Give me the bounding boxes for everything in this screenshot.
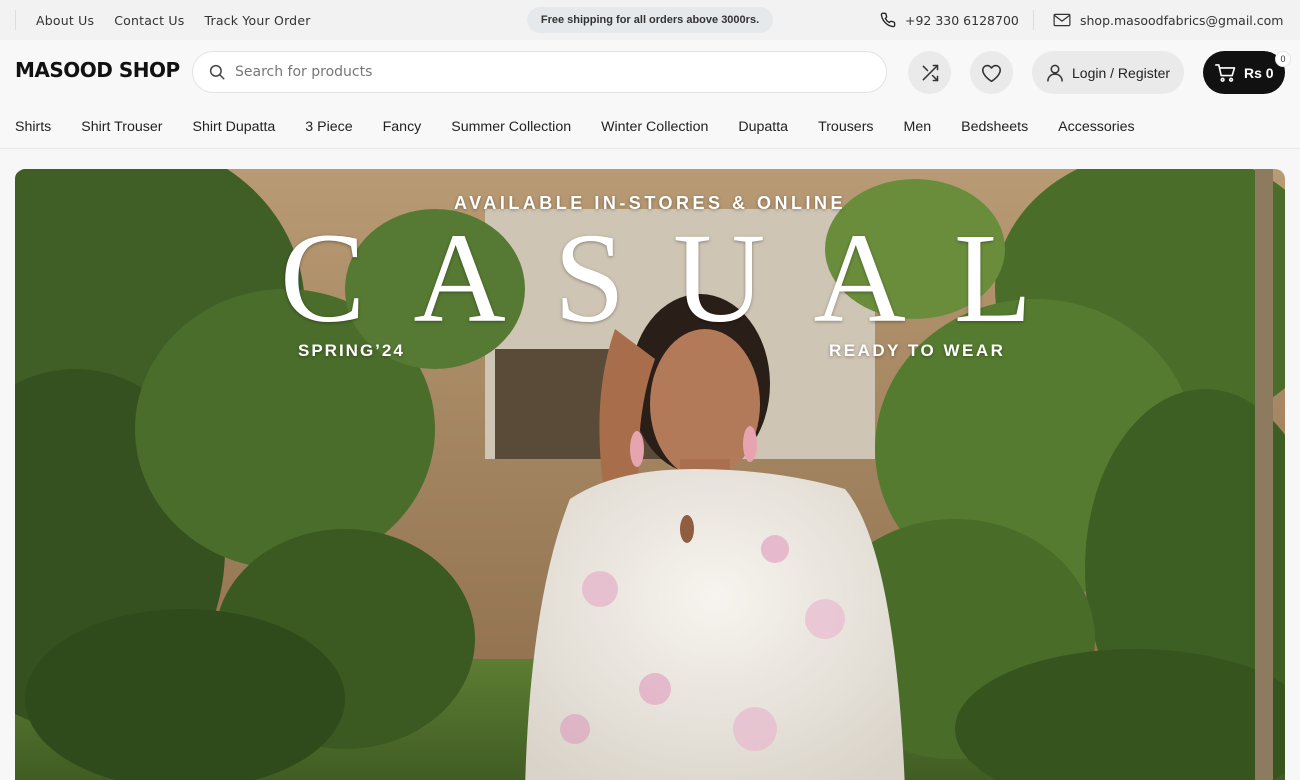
site-header: MASOOD SHOP Login / Register Rs 0 [0, 40, 1300, 105]
wishlist-button[interactable] [970, 51, 1013, 94]
nav-item-winter-collection[interactable]: Winter Collection [601, 119, 708, 135]
divider [0, 148, 1300, 149]
hero-season-tag: SPRING’24 [298, 341, 405, 360]
nav-item-shirt-dupatta[interactable]: Shirt Dupatta [192, 119, 275, 135]
nav-item-accessories[interactable]: Accessories [1058, 119, 1134, 135]
cart-button[interactable]: Rs 0 [1203, 51, 1285, 94]
email-contact[interactable]: shop.masoodfabrics@gmail.com [1053, 0, 1283, 40]
login-label: Login / Register [1072, 64, 1171, 81]
mail-icon [1053, 13, 1071, 27]
phone-icon [880, 12, 896, 28]
hero-headline: CASUAL [280, 207, 1081, 349]
nav-item-summer-collection[interactable]: Summer Collection [451, 119, 571, 135]
contact-us-link[interactable]: Contact Us [114, 13, 184, 28]
track-order-link[interactable]: Track Your Order [204, 13, 310, 28]
site-logo[interactable]: MASOOD SHOP [15, 58, 180, 82]
nav-item-dupatta[interactable]: Dupatta [738, 119, 788, 135]
top-bar: About Us Contact Us Track Your Order Fre… [0, 0, 1300, 40]
free-shipping-badge: Free shipping for all orders above 3000r… [527, 7, 773, 33]
cart-count-badge: 0 [1275, 51, 1291, 67]
search-bar[interactable] [192, 51, 887, 93]
hero-category-tag: READY TO WEAR [829, 341, 1006, 360]
search-icon[interactable] [208, 63, 226, 81]
nav-item-shirt-trouser[interactable]: Shirt Trouser [81, 119, 162, 135]
cart-total: Rs 0 [1244, 64, 1274, 81]
user-icon [1047, 64, 1063, 82]
nav-item-men[interactable]: Men [904, 119, 932, 135]
shuffle-icon [922, 64, 938, 81]
main-nav: Shirts Shirt Trouser Shirt Dupatta 3 Pie… [0, 105, 1300, 149]
compare-button[interactable] [908, 51, 951, 94]
top-links: About Us Contact Us Track Your Order [36, 0, 311, 40]
nav-item-shirts[interactable]: Shirts [15, 119, 51, 135]
nav-item-trousers[interactable]: Trousers [818, 119, 873, 135]
nav-item-3-piece[interactable]: 3 Piece [305, 119, 352, 135]
search-input[interactable] [235, 64, 855, 80]
about-us-link[interactable]: About Us [36, 13, 94, 28]
phone-contact[interactable]: +92 330 6128700 [880, 0, 1019, 40]
phone-number: +92 330 6128700 [905, 12, 1019, 28]
nav-item-bedsheets[interactable]: Bedsheets [961, 119, 1028, 135]
hero-banner[interactable]: AVAILABLE IN-STORES & ONLINE CASUAL SPRI… [15, 169, 1285, 780]
divider [1033, 10, 1034, 30]
nav-item-fancy[interactable]: Fancy [383, 119, 422, 135]
email-address: shop.masoodfabrics@gmail.com [1080, 12, 1284, 28]
cart-icon [1215, 63, 1236, 82]
login-register-button[interactable]: Login / Register [1032, 51, 1184, 94]
heart-icon [981, 64, 1002, 82]
divider [15, 10, 16, 30]
